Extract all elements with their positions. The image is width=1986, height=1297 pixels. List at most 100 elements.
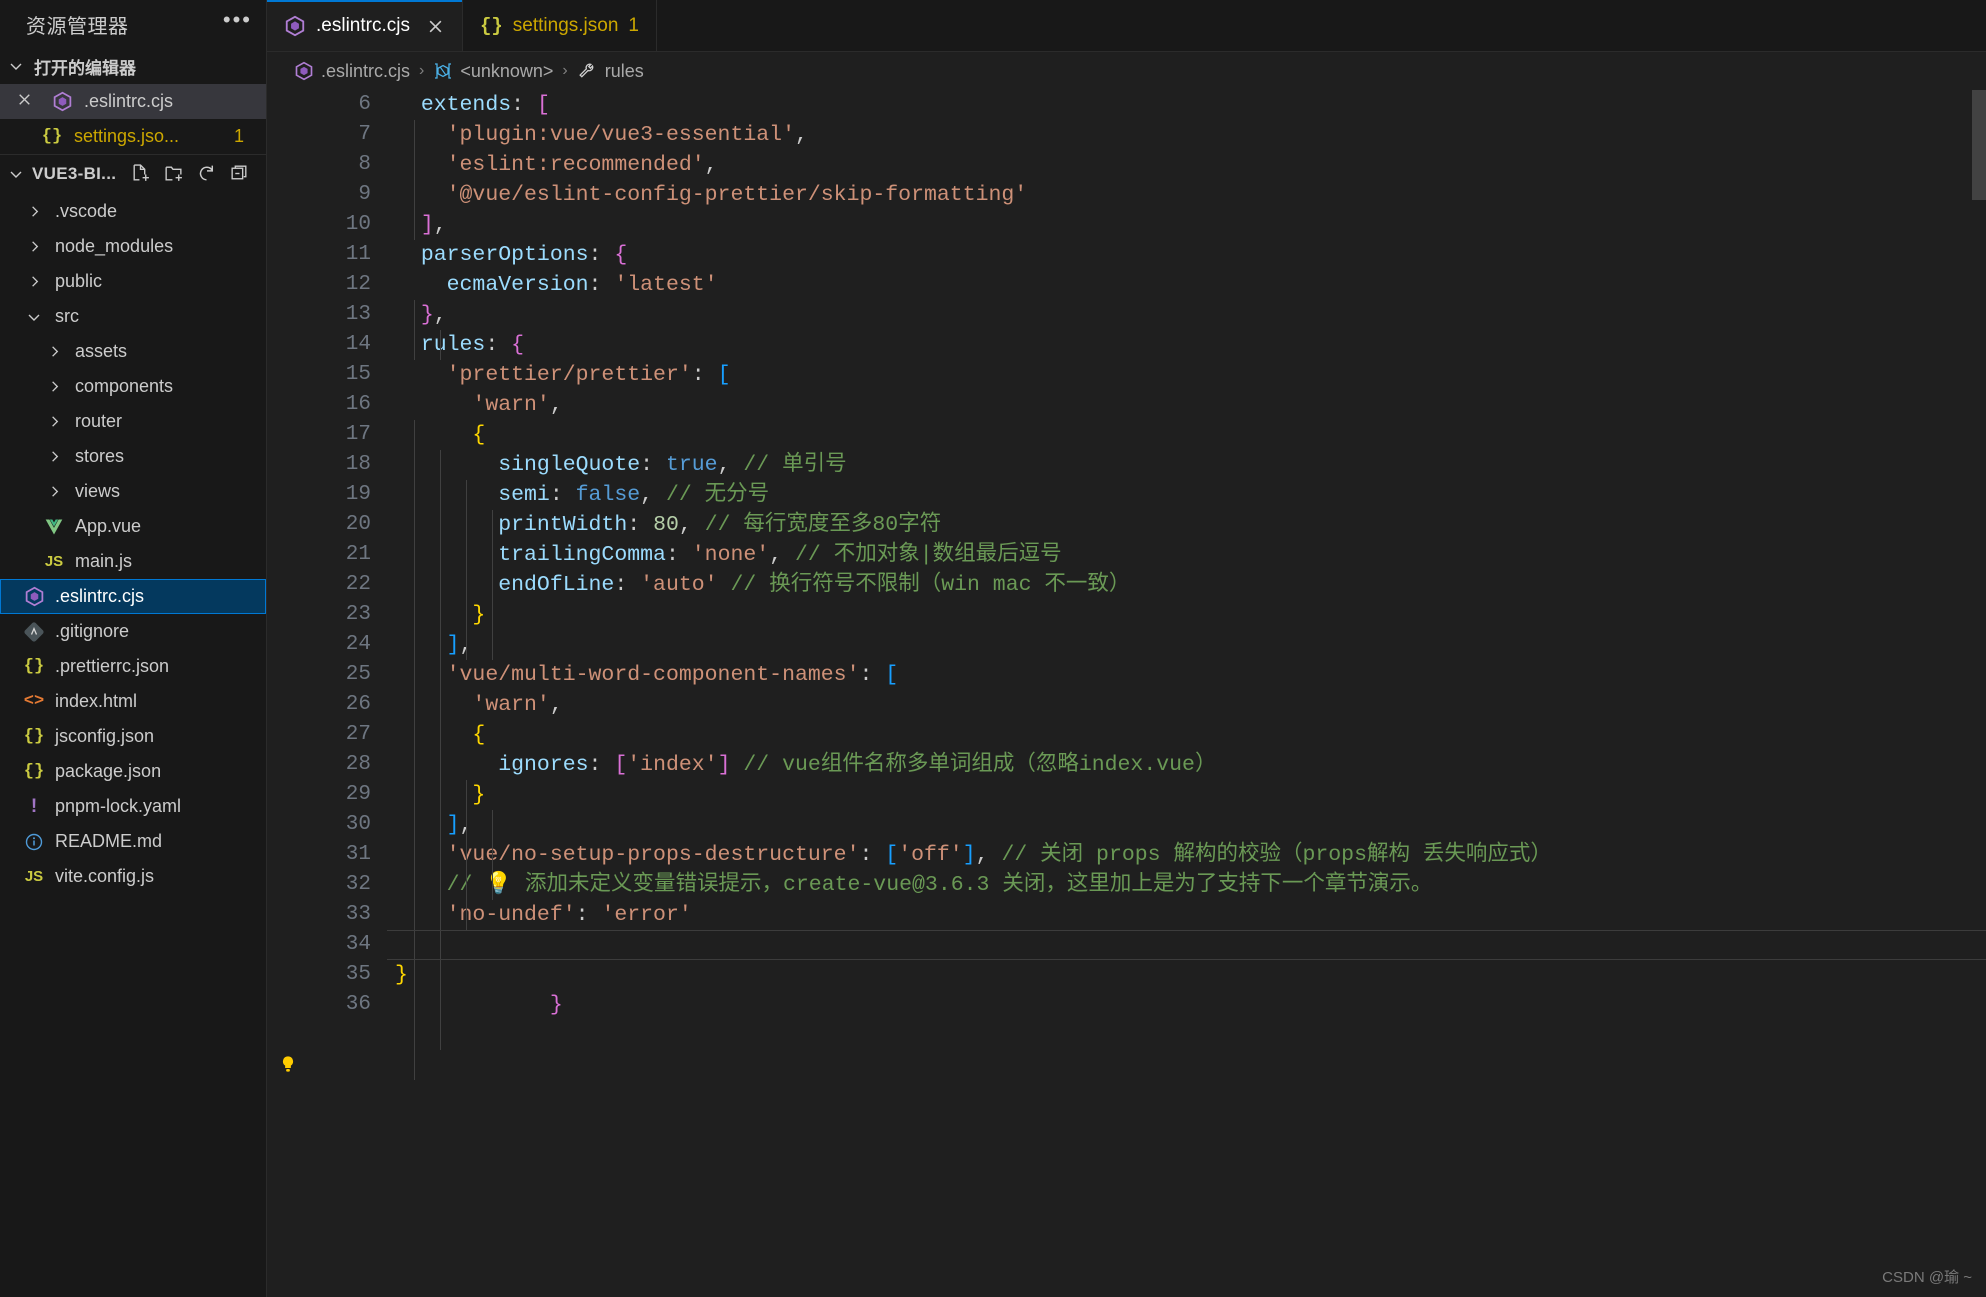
indent-guide: [414, 120, 415, 240]
eslint-icon: [22, 586, 46, 607]
tab-eslintrc[interactable]: .eslintrc.cjs: [267, 0, 463, 53]
code-line: 'eslint:recommended',: [446, 153, 718, 177]
tree-item-node-modules[interactable]: node_modules: [0, 229, 266, 264]
json-icon: {}: [23, 657, 45, 676]
tree-item-label: assets: [75, 341, 128, 361]
eslint-icon: [284, 15, 306, 37]
chevron-right-icon: [22, 239, 46, 254]
open-editors-section-header[interactable]: 打开的编辑器: [0, 48, 266, 84]
line-number: 23: [345, 603, 371, 626]
code-line: ignores: ['index'] // vue组件名称多单词组成（忽略ind…: [498, 753, 1217, 777]
code-line: ],: [446, 633, 473, 657]
open-editor-item-eslintrc[interactable]: .eslintrc.cjs: [0, 84, 266, 119]
tree-item-index-html[interactable]: <> index.html: [0, 684, 266, 719]
breadcrumb-item-rules[interactable]: rules: [577, 61, 644, 82]
line-number: 10: [345, 213, 371, 236]
tree-item-label: node_modules: [55, 236, 174, 256]
chevron-right-icon: [42, 414, 66, 429]
line-number: 24: [345, 633, 371, 656]
close-icon[interactable]: [16, 91, 34, 113]
tree-item-readme[interactable]: README.md: [0, 824, 266, 859]
open-editor-item-settings[interactable]: {} settings.jso... 1: [0, 119, 266, 154]
code-line: 'prettier/prettier': [: [446, 363, 731, 387]
breadcrumb-item-unknown[interactable]: <unknown>: [433, 61, 553, 82]
new-file-icon[interactable]: [130, 163, 151, 184]
json-icon: {}: [23, 762, 45, 781]
refresh-icon[interactable]: [196, 163, 217, 184]
yaml-icon: !: [30, 795, 38, 817]
chevron-down-icon: [22, 309, 46, 325]
explorer-title-row: 资源管理器 •••: [0, 0, 266, 48]
indent-guide: [414, 300, 415, 360]
js-icon: JS: [24, 868, 44, 885]
tree-item-main-js[interactable]: JS main.js: [0, 544, 266, 579]
tree-item-views[interactable]: views: [0, 474, 266, 509]
tree-item-label: package.json: [55, 761, 162, 781]
tree-item-vscode[interactable]: .vscode: [0, 194, 266, 229]
code-line: singleQuote: true, // 单引号: [498, 453, 847, 477]
lightbulb-quickfix-icon[interactable]: [277, 1054, 299, 1076]
line-number-current: [267, 1080, 387, 1110]
code-line: '@vue/eslint-config-prettier/skip-format…: [446, 183, 1028, 207]
workspace-folder-header[interactable]: VUE3-BI...: [0, 154, 266, 192]
explorer-title: 资源管理器: [26, 15, 129, 38]
code-line: parserOptions: {: [420, 243, 628, 267]
chevron-down-icon: [8, 166, 26, 182]
tree-item-src[interactable]: src: [0, 299, 266, 334]
breadcrumb: .eslintrc.cjs › <unknown> › rules: [267, 52, 1986, 90]
code-editor[interactable]: 6 7 8 9 10 11 12 13 14 15 16 17 18 19 20…: [267, 90, 1986, 1297]
ellipsis-icon[interactable]: •••: [223, 9, 252, 33]
breadcrumb-item-file[interactable]: .eslintrc.cjs: [294, 61, 410, 82]
tree-item-label: .prettierrc.json: [55, 656, 170, 676]
code-content[interactable]: extends: [ 'plugin:vue/vue3-essential', …: [387, 90, 1986, 1297]
tree-item-label: App.vue: [75, 516, 142, 536]
new-folder-icon[interactable]: [163, 163, 184, 184]
tree-item-router[interactable]: router: [0, 404, 266, 439]
wrench-icon: [577, 61, 598, 82]
tree-item-app-vue[interactable]: App.vue: [0, 509, 266, 544]
tree-item-components[interactable]: components: [0, 369, 266, 404]
code-line: rules: {: [420, 333, 525, 357]
git-icon: [22, 621, 46, 642]
line-number: 22: [345, 573, 371, 596]
indent-guide: [440, 330, 441, 360]
tree-item-package-json[interactable]: {} package.json: [0, 754, 266, 789]
editor-scrollbar[interactable]: [1972, 90, 1986, 200]
tree-item-prettierrc[interactable]: {} .prettierrc.json: [0, 649, 266, 684]
code-line: }: [472, 783, 486, 807]
workspace-folder-label: VUE3-BI...: [32, 163, 117, 183]
code-line: endOfLine: 'auto' // 换行符号不限制（win mac 不一致…: [498, 573, 1131, 597]
tree-item-eslintrc[interactable]: .eslintrc.cjs: [0, 579, 266, 614]
tree-item-jsconfig[interactable]: {} jsconfig.json: [0, 719, 266, 754]
tab-settings-json[interactable]: {} settings.json 1: [463, 0, 657, 52]
line-number: [267, 1110, 387, 1140]
breadcrumb-label: .eslintrc.cjs: [321, 60, 411, 81]
file-tree: .vscode node_modules public src assets c…: [0, 192, 266, 894]
tree-item-vite-config[interactable]: JS vite.config.js: [0, 859, 266, 894]
code-line: {: [472, 423, 486, 447]
collapse-all-icon[interactable]: [229, 163, 250, 184]
tree-item-assets[interactable]: assets: [0, 334, 266, 369]
close-icon[interactable]: [426, 17, 445, 36]
eslint-icon: [294, 61, 314, 81]
tree-item-stores[interactable]: stores: [0, 439, 266, 474]
tree-item-label: jsconfig.json: [55, 726, 155, 746]
tree-item-label: pnpm-lock.yaml: [55, 796, 182, 816]
tree-item-gitignore[interactable]: .gitignore: [0, 614, 266, 649]
line-number: 29: [345, 783, 371, 806]
line-number: 20: [345, 513, 371, 536]
json-icon: {}: [479, 15, 503, 37]
line-number: 6: [358, 93, 371, 116]
line-number: [267, 1140, 387, 1170]
code-line: }: [395, 963, 408, 987]
line-number: 17: [345, 423, 371, 446]
line-number: 16: [345, 393, 371, 416]
tree-item-label: README.md: [55, 831, 163, 851]
code-line: 'vue/multi-word-component-names': [: [446, 663, 899, 687]
line-number: 30: [345, 813, 371, 836]
tree-item-label: components: [75, 376, 174, 396]
current-line-highlight: [387, 930, 1986, 960]
tree-item-pnpm-lock[interactable]: ! pnpm-lock.yaml: [0, 789, 266, 824]
line-number-gutter: 6 7 8 9 10 11 12 13 14 15 16 17 18 19 20…: [267, 90, 387, 1297]
tree-item-public[interactable]: public: [0, 264, 266, 299]
